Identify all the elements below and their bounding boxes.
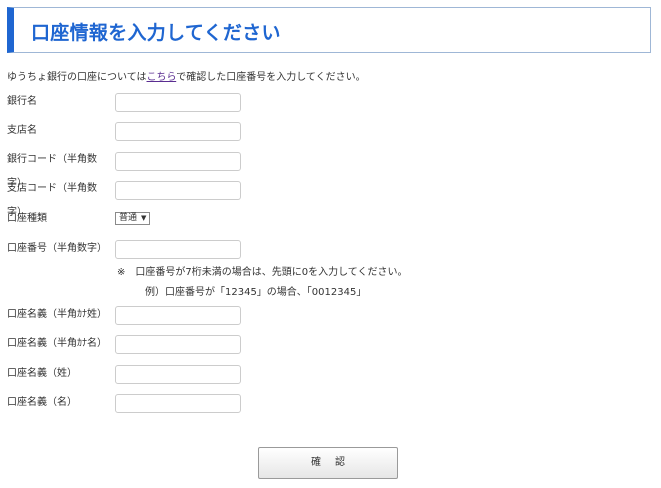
intro-link[interactable]: こちら: [147, 72, 177, 83]
bank-name-input[interactable]: [115, 93, 241, 112]
account-type-label: 口座種類: [7, 213, 47, 224]
account-number-input[interactable]: [115, 240, 241, 259]
account-type-selected: 普通: [119, 213, 138, 223]
intro-after-link: で確認した口座番号を入力してください。: [176, 72, 366, 83]
account-number-label: 口座番号（半角数字）: [7, 243, 107, 254]
holder-kana-last-input[interactable]: [115, 306, 241, 325]
branch-code-input[interactable]: [115, 181, 241, 200]
holder-last-label: 口座名義（姓）: [7, 368, 77, 379]
bank-name-label: 銀行名: [7, 96, 37, 107]
page-title: 口座情報を入力してください: [31, 22, 281, 44]
triangle-down-icon: ▼: [141, 214, 147, 222]
account-number-note: ※ 口座番号が7桁未満の場合は、先頭に0を入力してください。: [117, 267, 408, 278]
page-header: 口座情報を入力してください: [7, 7, 651, 53]
branch-name-label: 支店名: [7, 125, 37, 136]
holder-last-input[interactable]: [115, 365, 241, 384]
confirm-button[interactable]: 確認: [258, 447, 398, 479]
intro-text: ゆうちょ銀行の口座についてはこちらで確認した口座番号を入力してください。: [7, 68, 366, 83]
branch-name-input[interactable]: [115, 122, 241, 141]
account-type-select[interactable]: 普通 ▼: [115, 212, 151, 225]
holder-first-input[interactable]: [115, 394, 241, 413]
holder-kana-last-label: 口座名義（半角ｶﾅ姓）: [7, 309, 107, 320]
bank-code-input[interactable]: [115, 152, 241, 171]
holder-first-label: 口座名義（名）: [7, 397, 77, 408]
intro-before-link: ゆうちょ銀行の口座については: [7, 72, 147, 83]
holder-kana-first-input[interactable]: [115, 335, 241, 354]
account-info-page: 口座情報を入力してください ゆうちょ銀行の口座についてはこちらで確認した口座番号…: [0, 0, 661, 488]
holder-kana-first-label: 口座名義（半角ｶﾅ名）: [7, 338, 107, 349]
account-number-example: 例）口座番号が「12345」の場合、「0012345」: [145, 287, 367, 298]
